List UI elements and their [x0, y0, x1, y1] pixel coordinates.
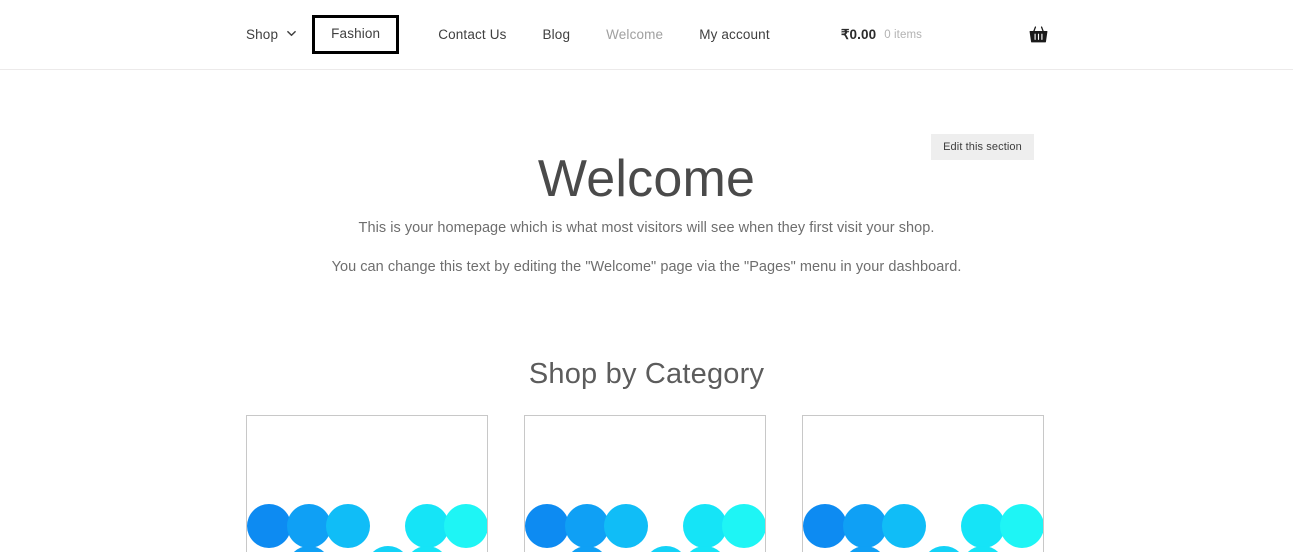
intro-paragraph-2: You can change this text by editing the …: [331, 259, 962, 275]
cart-item-count: 0 items: [884, 28, 922, 41]
site-header: Shop Fashion Contact Us Blog Welcome My …: [0, 0, 1293, 70]
nav-secondary-items: Contact Us Blog Welcome My account: [399, 28, 770, 42]
placeholder-image-icon: [247, 504, 487, 552]
category-card-row: [246, 415, 1044, 552]
category-card-3[interactable]: [802, 415, 1044, 552]
primary-navigation: Shop Fashion Contact Us Blog Welcome My …: [246, 0, 770, 69]
nav-item-shop-label: Shop: [246, 26, 279, 42]
category-card-1[interactable]: [246, 415, 488, 552]
nav-item-fashion-label: Fashion: [331, 26, 381, 42]
chevron-down-icon[interactable]: [287, 29, 296, 38]
nav-item-contact-us[interactable]: Contact Us: [438, 28, 506, 42]
category-card-2[interactable]: [524, 415, 766, 552]
nav-item-my-account[interactable]: My account: [699, 28, 770, 42]
nav-item-fashion[interactable]: Fashion: [312, 15, 400, 54]
placeholder-image-icon: [803, 504, 1043, 552]
shopping-basket-icon[interactable]: [1028, 24, 1049, 45]
viewport: Shop Fashion Contact Us Blog Welcome My …: [0, 0, 1293, 552]
nav-item-blog[interactable]: Blog: [543, 28, 571, 42]
section-title-shop-by-category: Shop by Category: [528, 358, 765, 390]
cart-summary[interactable]: ₹0.00 0 items: [841, 0, 1293, 69]
intro-paragraph-1: This is your homepage which is what most…: [358, 220, 935, 236]
placeholder-image-icon: [525, 504, 765, 552]
cart-total-amount: ₹0.00: [840, 26, 877, 42]
page-title: Welcome: [537, 150, 756, 208]
nav-item-welcome[interactable]: Welcome: [606, 28, 663, 42]
nav-item-shop[interactable]: Shop: [246, 28, 296, 42]
